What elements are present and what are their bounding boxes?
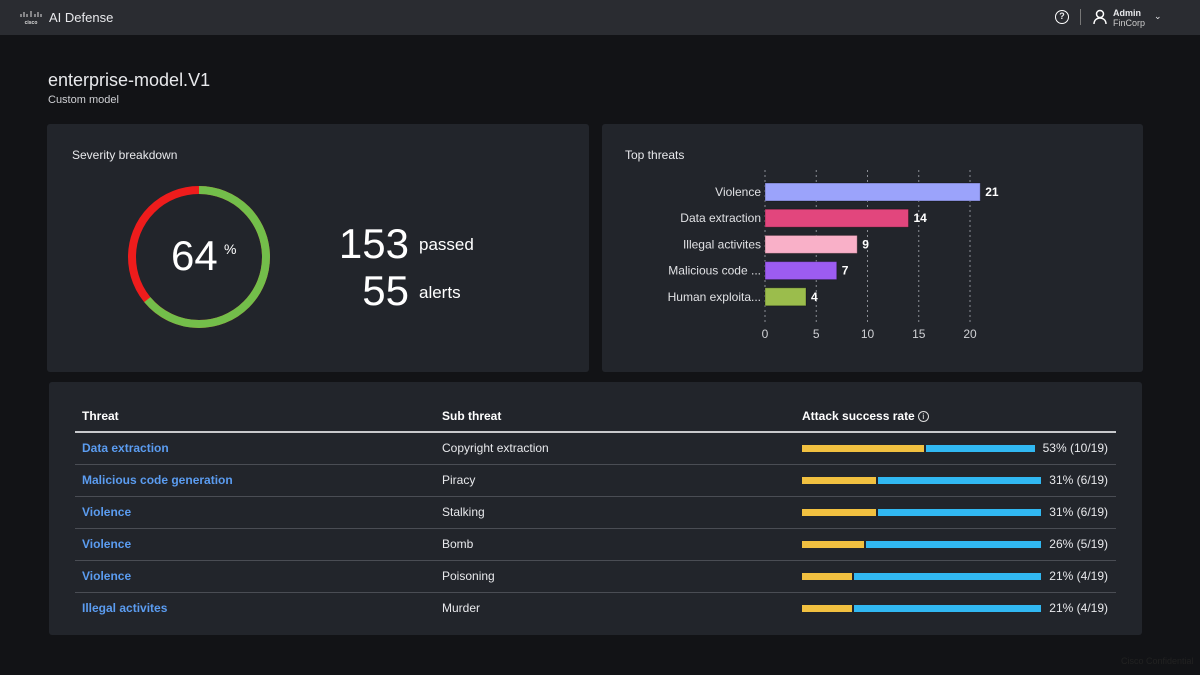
threat-table-card: Threat Sub threat Attack success rate i D… <box>49 382 1142 635</box>
table-row: Malicious code generation Piracy 31% (6/… <box>75 464 1116 497</box>
x-tick-label: 5 <box>813 327 820 341</box>
rate-bar-success <box>802 540 864 548</box>
app-title: AI Defense <box>49 10 114 25</box>
rate-text: 53% (10/19) <box>1042 441 1108 456</box>
category-label: Illegal activites <box>683 237 761 251</box>
data-label: 4 <box>811 290 818 304</box>
percent-unit: % <box>224 241 237 257</box>
rate-bar-remaining <box>877 476 1042 484</box>
threat-link[interactable]: Violence <box>82 537 131 551</box>
sub-threat: Bomb <box>435 528 795 561</box>
rate-bar-remaining <box>926 444 1035 452</box>
rate-text: 31% (6/19) <box>1049 473 1108 487</box>
table-row: Violence Bomb 26% (5/19) <box>75 528 1116 561</box>
rate-bar-remaining <box>853 604 1042 612</box>
x-tick-label: 20 <box>963 327 977 341</box>
category-label: Violence <box>715 185 761 199</box>
sub-threat: Poisoning <box>435 560 795 593</box>
cisco-logo: cisco <box>20 11 42 25</box>
info-icon[interactable]: i <box>917 410 929 422</box>
x-tick-label: 0 <box>762 327 769 341</box>
percent-value: 64 <box>171 232 218 279</box>
rate-bar-remaining <box>877 508 1042 516</box>
column-threat[interactable]: Threat <box>75 400 435 433</box>
top-threats-chart: 0 5 10 15 20 Violence 21 Data extraction 14 Illeg… <box>668 170 999 341</box>
passed-label: passed <box>419 235 474 254</box>
rate-bar-remaining <box>853 572 1042 580</box>
rate-bar-success <box>802 476 876 484</box>
bar <box>764 261 838 281</box>
x-tick-label: 15 <box>912 327 926 341</box>
column-sub-threat[interactable]: Sub threat <box>435 400 795 433</box>
threat-link[interactable]: Violence <box>82 569 131 583</box>
category-label: Data extraction <box>680 211 761 225</box>
bar <box>764 287 807 307</box>
passed-count: 153 <box>338 220 409 267</box>
data-label: 7 <box>842 264 849 278</box>
user-name[interactable]: Admin <box>1113 8 1141 18</box>
column-label: Attack success rate <box>802 408 915 423</box>
rate-bar <box>802 540 1042 548</box>
rate-bar <box>802 604 1042 612</box>
table-row: Data extraction Copyright extraction 53%… <box>75 432 1116 465</box>
sub-threat: Murder <box>442 601 481 616</box>
card-title: Severity breakdown <box>72 148 178 162</box>
chevron-down-icon[interactable]: ⌄ <box>1154 11 1162 22</box>
user-icon[interactable] <box>1093 9 1107 25</box>
sub-threat: Stalking <box>435 496 795 529</box>
sub-threat: Copyright extraction <box>435 432 795 465</box>
bar <box>764 208 909 228</box>
divider <box>1080 9 1081 25</box>
table-row: Violence Poisoning 21% (4/19) <box>75 560 1116 593</box>
category-label: Malicious code ... <box>668 264 761 278</box>
data-label: 14 <box>914 211 928 225</box>
page-subtitle: Custom model <box>48 94 119 106</box>
rate-bar-success <box>802 508 876 516</box>
severity-card: Severity breakdown 64 % 153 passed 55 al… <box>47 124 589 372</box>
rate-text: 21% (4/19) <box>1049 601 1108 616</box>
attack-rate: 31% (6/19) <box>802 473 1108 487</box>
rate-bar <box>802 444 1035 452</box>
rate-text: 21% (4/19) <box>1049 569 1108 583</box>
rate-text: 31% (6/19) <box>1049 505 1108 519</box>
alerts-label: alerts <box>419 283 461 302</box>
rate-bar <box>802 476 1042 484</box>
data-label: 21 <box>985 185 999 199</box>
rate-bar <box>802 572 1042 580</box>
bar <box>764 234 858 254</box>
threat-link[interactable]: Data extraction <box>82 441 169 455</box>
data-label: 9 <box>862 237 869 251</box>
threat-link[interactable]: Malicious code generation <box>82 473 233 487</box>
rate-bar-remaining <box>865 540 1042 548</box>
table-row: Violence Stalking 31% (6/19) <box>75 496 1116 529</box>
column-attack-success-rate[interactable]: Attack success rate i <box>795 400 1116 433</box>
attack-rate: 21% (4/19) <box>802 569 1108 583</box>
footer-confidential: Cisco Confidential <box>1121 656 1194 666</box>
page-title: enterprise-model.V1 <box>48 70 211 90</box>
category-label: Human exploita... <box>668 290 761 304</box>
help-icon[interactable]: ? <box>1055 10 1069 24</box>
user-org[interactable]: FinCorp <box>1113 18 1145 28</box>
alerts-count: 55 <box>362 267 409 314</box>
threat-link[interactable]: Illegal activites <box>82 601 167 615</box>
threat-link[interactable]: Violence <box>82 505 131 519</box>
sub-threat: Piracy <box>435 464 795 497</box>
rate-text: 26% (5/19) <box>1049 537 1108 551</box>
attack-rate: 26% (5/19) <box>802 537 1108 551</box>
rate-bar-success <box>802 604 852 612</box>
attack-rate: 53% (10/19) <box>802 441 1108 455</box>
top-bar: cisco AI Defense ? Admin FinCorp ⌄ <box>0 0 1200 35</box>
threat-table: Threat Sub threat Attack success rate i D… <box>75 400 1116 624</box>
attack-rate: 31% (6/19) <box>802 505 1108 519</box>
attack-rate: 21% (4/19) <box>802 601 1108 615</box>
rate-bar <box>802 508 1042 516</box>
table-header: Threat Sub threat Attack success rate i <box>75 400 1116 433</box>
top-threats-card: Top threats 0 5 10 15 20 Violence 21 Data extra… <box>602 124 1143 372</box>
svg-text:cisco: cisco <box>25 20 38 25</box>
rate-bar-success <box>802 444 925 452</box>
rate-bar-success <box>802 572 852 580</box>
bar <box>764 182 981 202</box>
table-row: Illegal activites Murder 21% (4/19) <box>75 592 1116 624</box>
x-tick-label: 10 <box>861 327 875 341</box>
